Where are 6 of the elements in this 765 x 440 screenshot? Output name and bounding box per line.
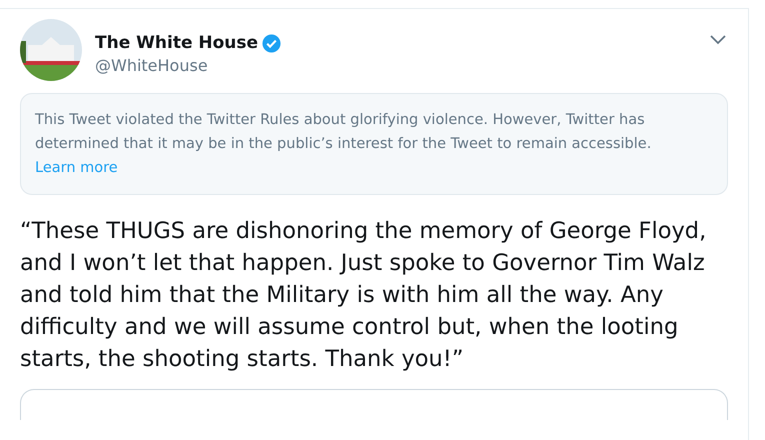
account-name[interactable]: The White House	[95, 33, 258, 53]
tweet-text: “These THUGS are dishonoring the memory of George Floyd, and I won’t let that happen. Just spoke to Governor Tim Walz and told him that the Military is with him all the way. Any difficulty and we will assume control but, when the looting starts, the shooting starts. Thank you!”	[20, 217, 708, 374]
chevron-down-icon[interactable]	[710, 35, 726, 45]
learn-more-link[interactable]: Learn more	[35, 160, 118, 176]
notice-text: This Tweet violated the Twitter Rules about glorifying violence. However, Twitter has determined that it may be in the public’s interest for the Tweet to remain accessible. Learn more	[35, 111, 652, 178]
account-handle[interactable]: @WhiteHouse	[95, 56, 697, 75]
